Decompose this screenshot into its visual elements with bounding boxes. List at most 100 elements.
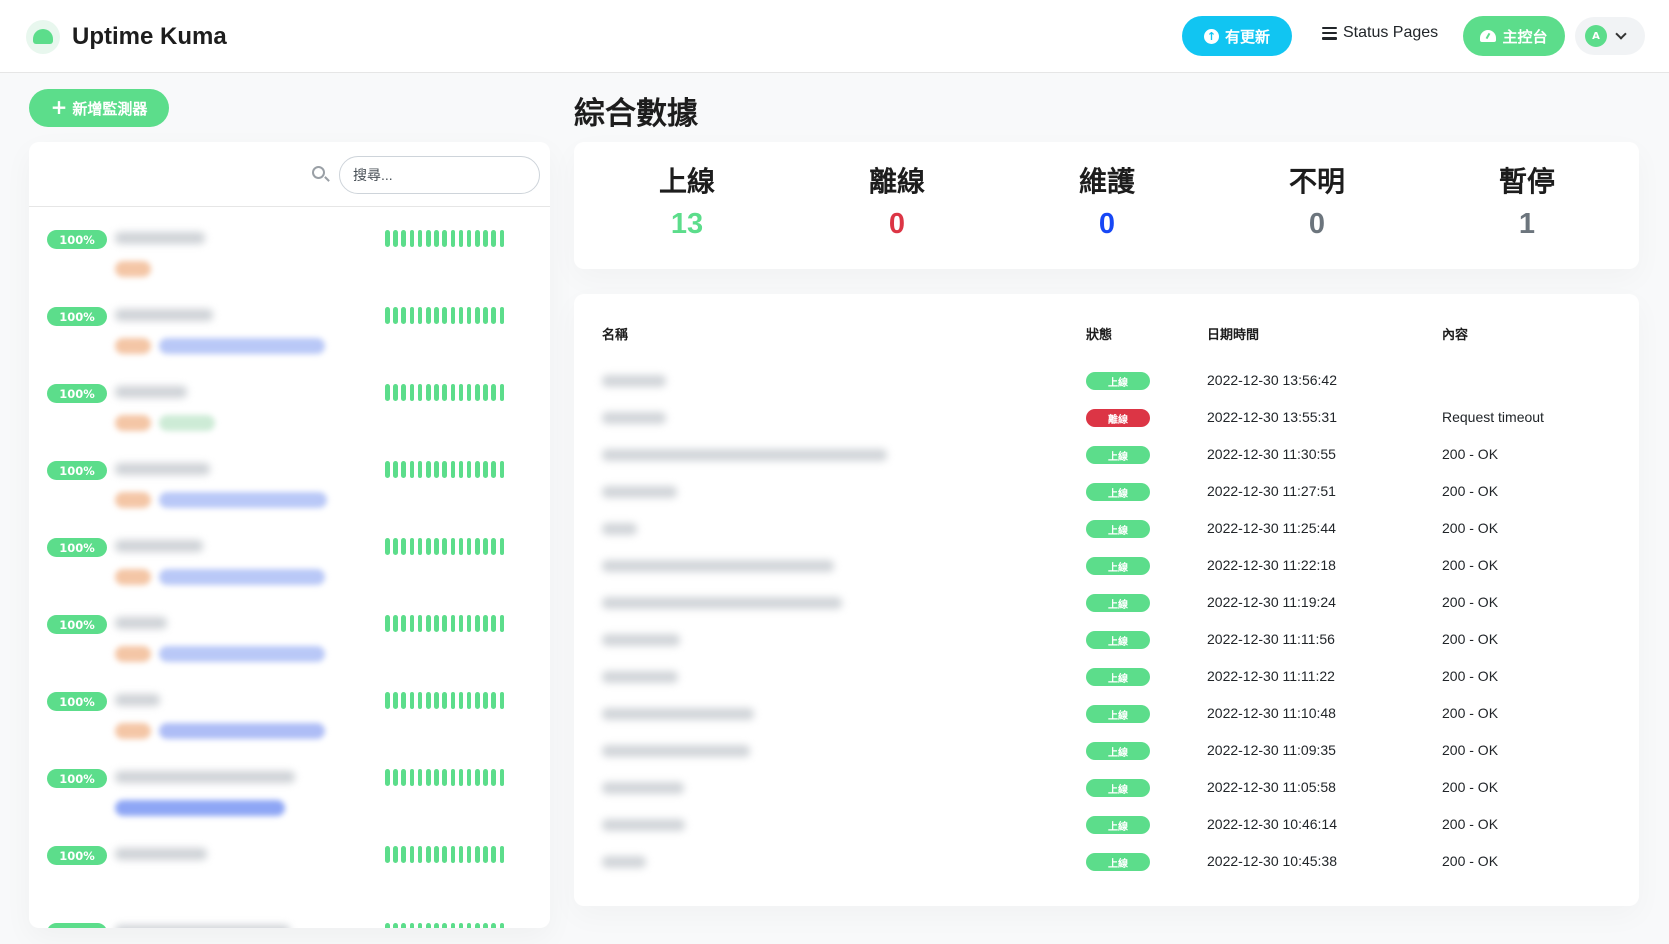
heartbeat-beat <box>458 769 464 786</box>
heartbeat-beat <box>491 307 497 324</box>
heartbeat-beat <box>491 923 497 928</box>
table-row[interactable]: 上線 2022-12-30 10:46:14 200 - OK <box>574 808 1639 845</box>
heartbeat-beat <box>442 923 447 928</box>
event-message: 200 - OK <box>1442 631 1499 647</box>
status-badge: 上線 <box>1086 446 1150 464</box>
heartbeat-beat <box>409 461 415 478</box>
heartbeat-beat <box>450 692 456 709</box>
heartbeat-beat <box>401 384 406 401</box>
table-row[interactable]: 上線 2022-12-30 11:09:35 200 - OK <box>574 734 1639 771</box>
monitor-item[interactable]: 100% <box>29 901 550 928</box>
monitor-item[interactable]: 100% <box>29 747 550 824</box>
heartbeat-beat <box>466 769 472 786</box>
event-datetime: 2022-12-30 11:19:24 <box>1207 594 1336 610</box>
heartbeat-beat <box>417 538 423 555</box>
update-available-button[interactable]: ↑ 有更新 <box>1182 16 1292 56</box>
heartbeat-beat <box>409 846 415 863</box>
table-row[interactable]: 上線 2022-12-30 11:10:48 200 - OK <box>574 697 1639 734</box>
table-row[interactable]: 上線 2022-12-30 11:11:56 200 - OK <box>574 623 1639 660</box>
table-row[interactable]: 上線 2022-12-30 11:25:44 200 - OK <box>574 512 1639 549</box>
heartbeat-beat <box>483 846 488 863</box>
event-message: Request timeout <box>1442 409 1544 425</box>
monitor-item[interactable]: 100% <box>29 670 550 747</box>
heartbeat-beat <box>483 230 488 247</box>
redacted-monitor-name <box>115 540 203 552</box>
monitor-item[interactable]: 100% <box>29 285 550 362</box>
redacted-monitor-tag <box>159 646 325 662</box>
table-row[interactable]: 上線 2022-12-30 11:30:55 200 - OK <box>574 438 1639 475</box>
heartbeat-bar <box>385 461 505 478</box>
column-header-datetime: 日期時間 <box>1207 328 1260 343</box>
heartbeat-beat <box>425 461 431 478</box>
heartbeat-beat <box>483 923 488 928</box>
redacted-monitor-tag <box>115 338 151 354</box>
heartbeat-beat <box>475 923 480 928</box>
heartbeat-beat <box>434 538 439 555</box>
brand[interactable]: Uptime Kuma <box>26 20 227 54</box>
monitor-item[interactable]: 100% <box>29 516 550 593</box>
heartbeat-beat <box>385 692 390 709</box>
heartbeat-bar <box>385 384 505 401</box>
redacted-event-name <box>602 708 754 720</box>
add-monitor-button[interactable]: + 新增監測器 <box>29 89 169 127</box>
top-navbar: Uptime Kuma ↑ 有更新 Status Pages 主控台 A <box>0 0 1669 73</box>
monitor-item[interactable]: 100% <box>29 824 550 901</box>
table-row[interactable]: 上線 2022-12-30 13:56:42 <box>574 364 1639 401</box>
monitor-item[interactable]: 100% <box>29 593 550 670</box>
stat-label: 暫停 <box>1498 165 1555 198</box>
heartbeat-beat <box>409 615 415 632</box>
heartbeat-beat <box>483 307 488 324</box>
status-badge: 上線 <box>1086 594 1150 612</box>
table-row[interactable]: 上線 2022-12-30 11:27:51 200 - OK <box>574 475 1639 512</box>
stat-block: 上線 13 <box>587 160 787 241</box>
table-row[interactable]: 上線 2022-12-30 11:22:18 200 - OK <box>574 549 1639 586</box>
monitor-item[interactable]: 100% <box>29 439 550 516</box>
heartbeat-beat <box>385 923 390 928</box>
search-input[interactable] <box>339 156 540 194</box>
stat-block: 不明 0 <box>1217 160 1417 241</box>
stat-value: 0 <box>1308 208 1326 240</box>
heartbeat-beat <box>475 615 480 632</box>
heartbeat-beat <box>491 615 497 632</box>
heartbeat-beat <box>393 769 398 786</box>
dashboard-button[interactable]: 主控台 <box>1463 16 1565 56</box>
heartbeat-beat <box>385 538 390 555</box>
table-row[interactable]: 上線 2022-12-30 11:19:24 200 - OK <box>574 586 1639 623</box>
heartbeat-beat <box>409 538 415 555</box>
heartbeat-beat <box>466 615 472 632</box>
uptime-badge: 100% <box>47 846 107 865</box>
event-datetime: 2022-12-30 11:25:44 <box>1207 520 1336 536</box>
status-badge: 上線 <box>1086 742 1150 760</box>
heartbeat-beat <box>401 846 406 863</box>
uptime-badge: 100% <box>47 461 107 480</box>
gauge-icon <box>1480 30 1497 42</box>
profile-dropdown[interactable]: A <box>1575 17 1645 55</box>
event-datetime: 2022-12-30 13:55:31 <box>1207 409 1337 425</box>
table-row[interactable]: 離線 2022-12-30 13:55:31 Request timeout <box>574 401 1639 438</box>
event-message: 200 - OK <box>1442 594 1499 610</box>
monitor-item[interactable]: 100% <box>29 362 550 439</box>
heartbeat-beat <box>499 538 505 555</box>
event-message: 200 - OK <box>1442 779 1499 795</box>
table-row[interactable]: 上線 2022-12-30 11:05:58 200 - OK <box>574 771 1639 808</box>
heartbeat-beat <box>458 846 464 863</box>
heartbeat-beat <box>434 846 439 863</box>
heartbeat-bar <box>385 846 505 863</box>
event-message: 200 - OK <box>1442 853 1499 869</box>
heartbeat-beat <box>409 384 415 401</box>
monitor-list[interactable]: 100% 100% 100% 100% 100% 100% 100% 100% 100% 100% <box>29 208 550 928</box>
uptime-badge: 100% <box>47 615 107 634</box>
heartbeat-beat <box>425 846 431 863</box>
table-row[interactable]: 上線 2022-12-30 10:45:38 200 - OK <box>574 845 1639 882</box>
heartbeat-beat <box>450 461 456 478</box>
search-bar <box>29 142 550 207</box>
heartbeat-beat <box>434 384 439 401</box>
table-row[interactable]: 上線 2022-12-30 11:11:22 200 - OK <box>574 660 1639 697</box>
page-title: 綜合數據 <box>574 96 698 132</box>
event-message: 200 - OK <box>1442 557 1499 573</box>
status-pages-link[interactable]: Status Pages <box>1322 24 1438 42</box>
heartbeat-beat <box>409 307 415 324</box>
heartbeat-beat <box>393 846 398 863</box>
monitor-item[interactable]: 100% <box>29 208 550 285</box>
heartbeat-beat <box>434 923 439 928</box>
